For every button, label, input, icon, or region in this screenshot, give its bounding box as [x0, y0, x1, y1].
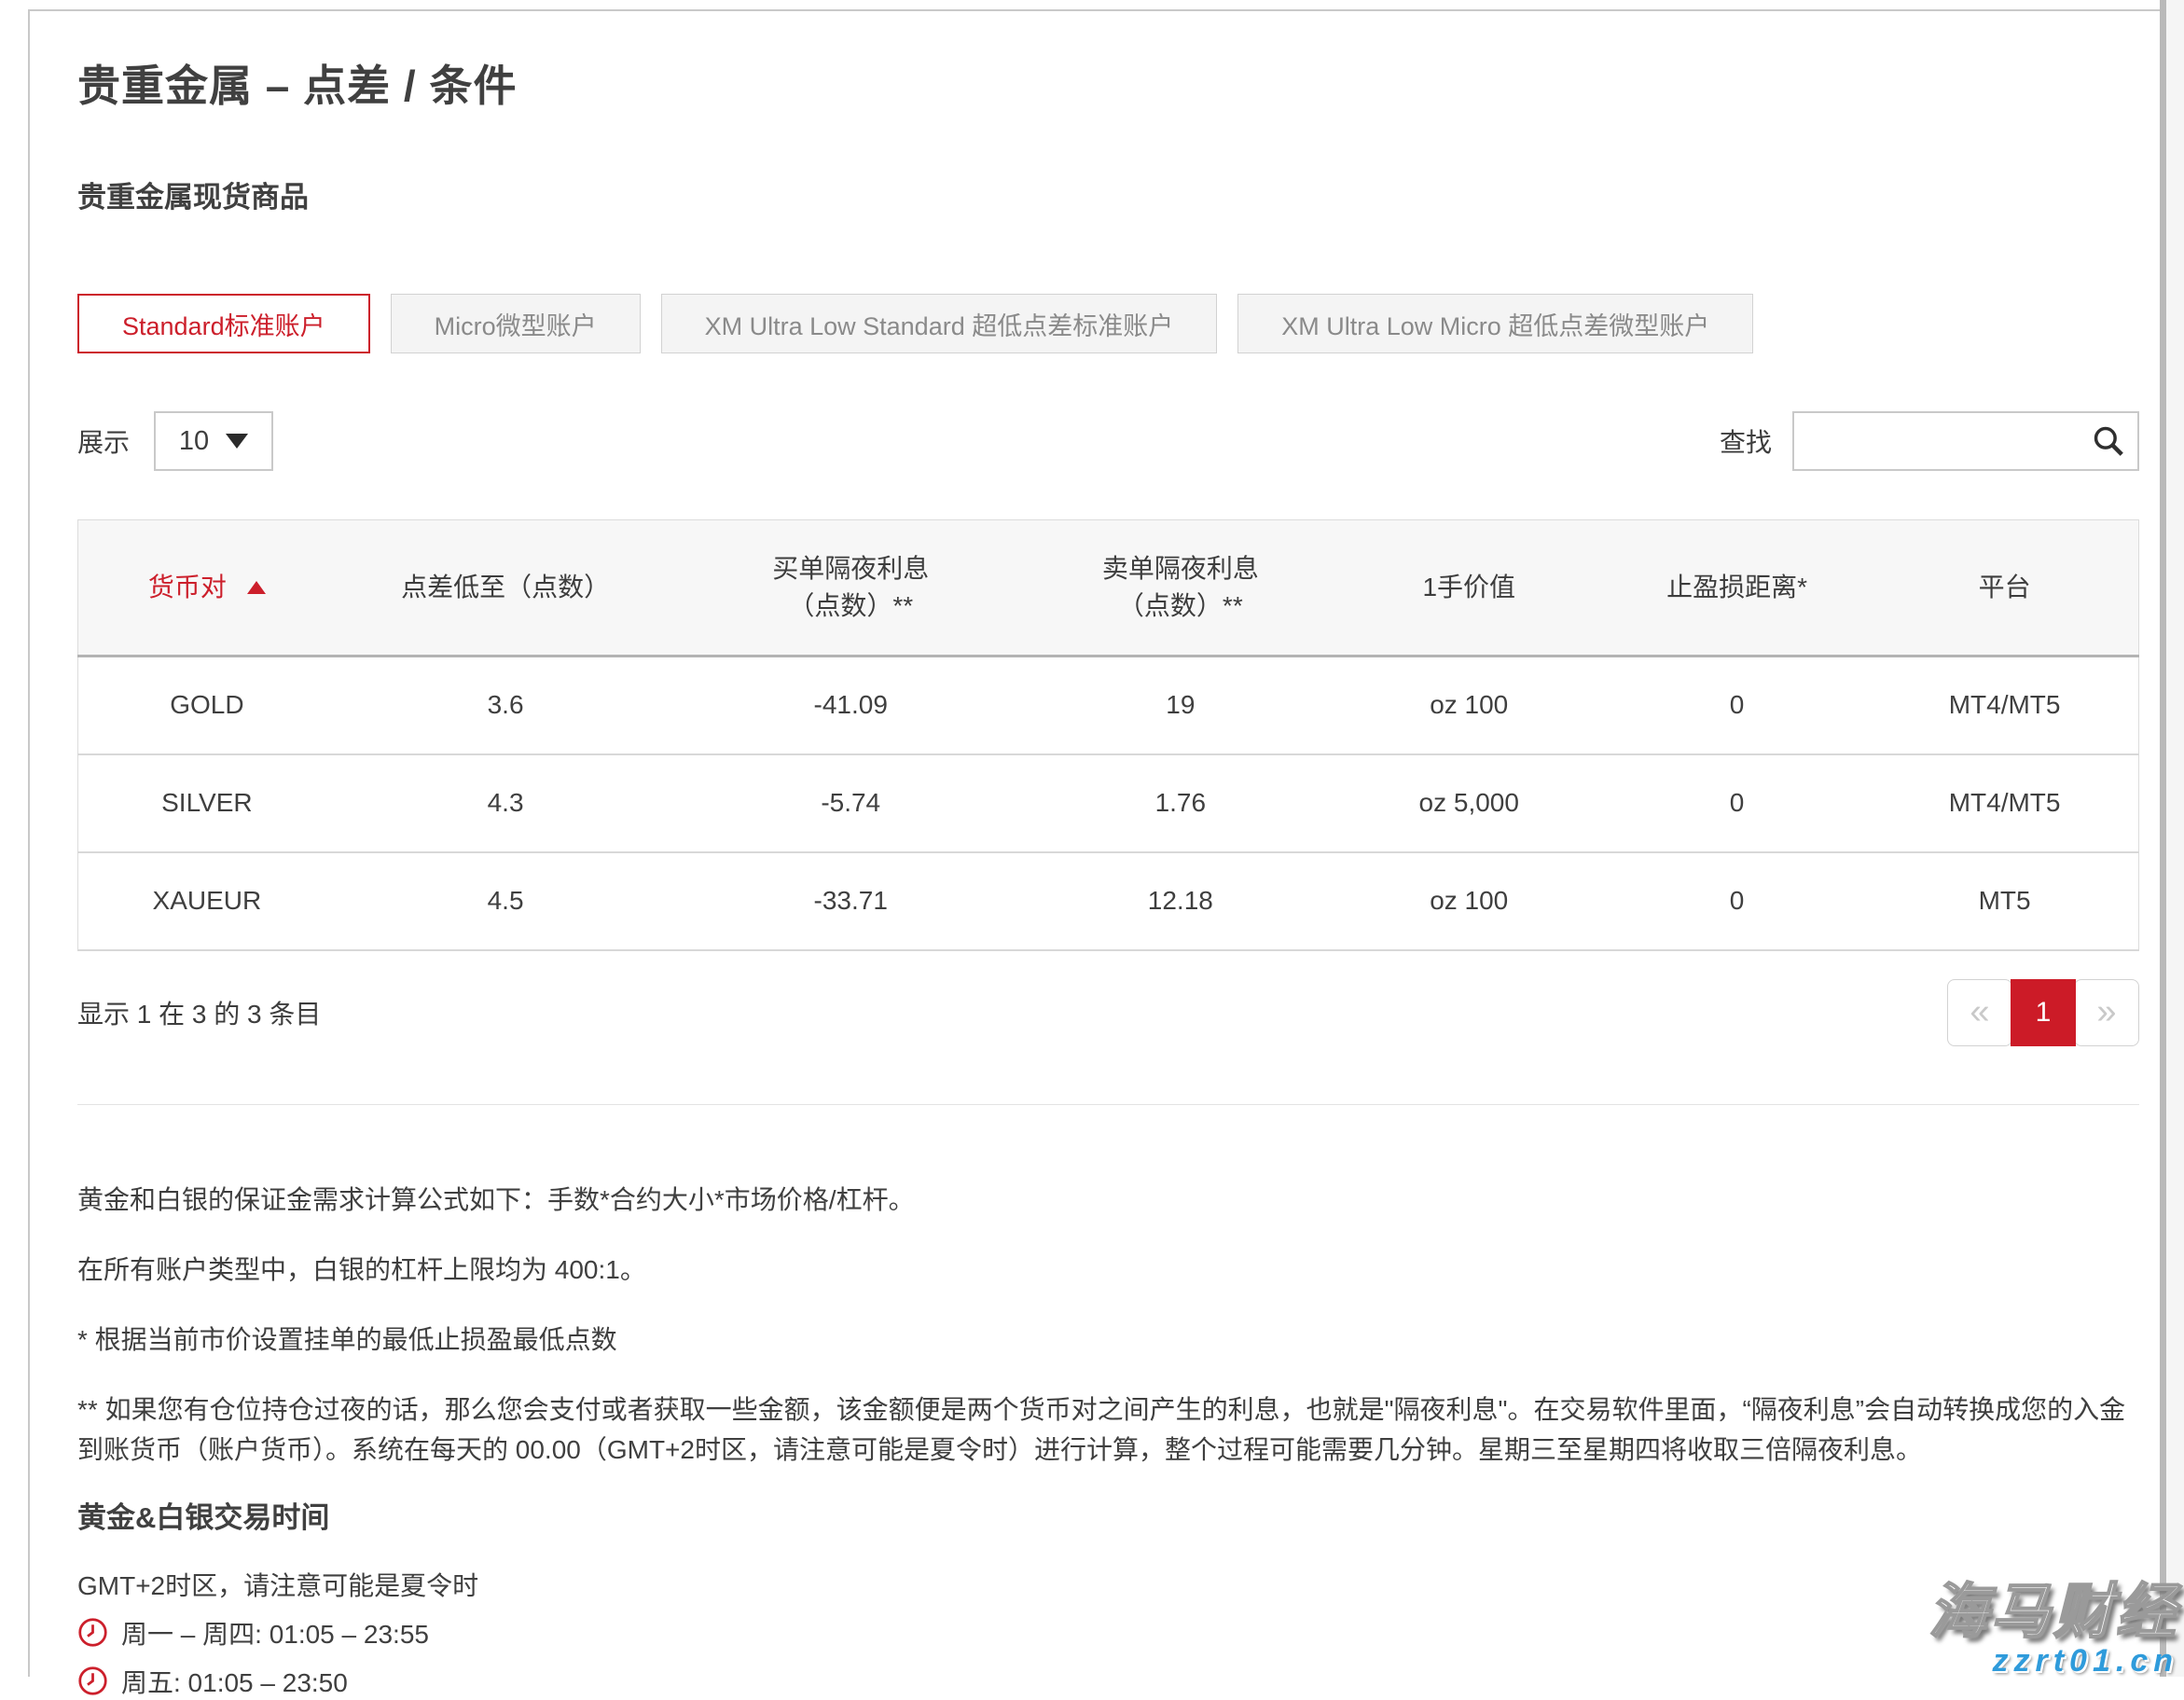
search-icon	[2091, 423, 2126, 459]
page-subtitle: 贵重金属现货商品	[77, 173, 2139, 215]
tab-micro-account[interactable]: Micro微型账户	[391, 294, 641, 353]
cell-platform: MT4/MT5	[1871, 754, 2138, 852]
table-footer: 显示 1 在 3 的 3 条目 « 1 »	[77, 979, 2139, 1046]
show-label: 展示	[77, 422, 130, 460]
timezone-note: GMT+2时区，请注意可能是夏令时	[77, 1566, 2139, 1603]
sort-asc-icon	[247, 581, 266, 594]
search-label: 查找	[1720, 422, 1772, 460]
scrollbar-track[interactable]	[2160, 0, 2184, 1677]
watermark-site: zzrt01.cn	[1928, 1645, 2178, 1677]
account-type-tabs: Standard标准账户 Micro微型账户 XM Ultra Low Stan…	[77, 294, 2139, 353]
search-area: 查找	[1720, 411, 2139, 471]
cell-lot-value: oz 100	[1335, 657, 1603, 754]
column-header-pair[interactable]: 货币对	[78, 520, 336, 657]
cell-spread: 4.3	[336, 754, 676, 852]
table-controls: 展示 10 查找	[77, 411, 2139, 471]
clock-icon	[77, 1617, 108, 1648]
column-header-swap-long[interactable]: 买单隔夜利息 （点数）**	[675, 520, 1026, 657]
column-header-swap-short[interactable]: 卖单隔夜利息 （点数）**	[1026, 520, 1335, 657]
margin-formula-note: 黄金和白银的保证金需求计算公式如下：手数*合约大小*市场价格/杠杆。	[77, 1180, 2139, 1220]
stop-level-footnote: * 根据当前市价设置挂单的最低止损盈最低点数	[77, 1320, 2139, 1360]
cell-stop-level: 0	[1603, 754, 1871, 852]
pagination-prev-button[interactable]: «	[1947, 979, 2012, 1046]
section-divider	[77, 1104, 2139, 1105]
table-row: GOLD 3.6 -41.09 19 oz 100 0 MT4/MT5	[78, 657, 2139, 754]
cell-swap-short: 12.18	[1026, 852, 1335, 950]
trading-hours-friday: 周五: 01:05 – 23:50	[77, 1663, 2139, 1700]
cell-stop-level: 0	[1603, 852, 1871, 950]
search-box	[1792, 411, 2139, 471]
pagination-next-button[interactable]: »	[2074, 979, 2139, 1046]
column-header-platform[interactable]: 平台	[1871, 520, 2138, 657]
cell-lot-value: oz 5,000	[1335, 754, 1603, 852]
table-row: SILVER 4.3 -5.74 1.76 oz 5,000 0 MT4/MT5	[78, 754, 2139, 852]
cell-swap-long: -5.74	[675, 754, 1026, 852]
cell-pair: GOLD	[78, 657, 336, 754]
tab-standard-account[interactable]: Standard标准账户	[77, 294, 370, 353]
page-size-value: 10	[179, 426, 209, 457]
column-header-spread[interactable]: 点差低至（点数）	[336, 520, 676, 657]
column-header-lot-value[interactable]: 1手价值	[1335, 520, 1603, 657]
cell-swap-long: -33.71	[675, 852, 1026, 950]
tab-ultra-low-micro-account[interactable]: XM Ultra Low Micro 超低点差微型账户	[1237, 294, 1753, 353]
cell-stop-level: 0	[1603, 657, 1871, 754]
table-header-row: 货币对 点差低至（点数） 买单隔夜利息 （点数）** 卖单隔夜利息 （点数）**…	[78, 520, 2139, 657]
cell-platform: MT5	[1871, 852, 2138, 950]
cell-spread: 4.5	[336, 852, 676, 950]
clock-icon	[77, 1665, 108, 1696]
page-size-select[interactable]: 10	[154, 411, 273, 471]
content-frame: 贵重金属 – 点差 / 条件 贵重金属现货商品 Standard标准账户 Mic…	[28, 9, 2160, 1677]
cell-swap-long: -41.09	[675, 657, 1026, 754]
column-header-stop-level[interactable]: 止盈损距离*	[1603, 520, 1871, 657]
chevron-down-icon	[226, 434, 248, 449]
scrollbar-thumb[interactable]	[2160, 0, 2166, 1677]
notes-section: 黄金和白银的保证金需求计算公式如下：手数*合约大小*市场价格/杠杆。 在所有账户…	[77, 1180, 2139, 1470]
pagination-page-1-button[interactable]: 1	[2011, 979, 2076, 1046]
entries-summary: 显示 1 在 3 的 3 条目	[77, 994, 321, 1031]
trading-hours-weekdays: 周一 – 周四: 01:05 – 23:55	[77, 1614, 2139, 1652]
cell-pair: SILVER	[78, 754, 336, 852]
trading-hours-heading: 黄金&白银交易时间	[77, 1494, 2139, 1536]
swap-footnote: ** 如果您有仓位持仓过夜的话，那么您会支付或者获取一些金额，该金额便是两个货币…	[77, 1389, 2139, 1470]
page-title: 贵重金属 – 点差 / 条件	[77, 52, 2139, 114]
cell-spread: 3.6	[336, 657, 676, 754]
watermark-name: 海马财经	[1928, 1582, 2178, 1641]
cell-swap-short: 19	[1026, 657, 1335, 754]
tab-ultra-low-standard-account[interactable]: XM Ultra Low Standard 超低点差标准账户	[661, 294, 1218, 353]
cell-pair: XAUEUR	[78, 852, 336, 950]
table-row: XAUEUR 4.5 -33.71 12.18 oz 100 0 MT5	[78, 852, 2139, 950]
cell-swap-short: 1.76	[1026, 754, 1335, 852]
pagination: « 1 »	[1947, 979, 2139, 1046]
pair-header-label: 货币对	[148, 569, 227, 606]
cell-platform: MT4/MT5	[1871, 657, 2138, 754]
search-input[interactable]	[1794, 413, 2137, 469]
watermark: 海马财经 zzrt01.cn	[1928, 1582, 2178, 1677]
cell-lot-value: oz 100	[1335, 852, 1603, 950]
leverage-note: 在所有账户类型中，白银的杠杆上限均为 400:1。	[77, 1250, 2139, 1290]
spreads-table: 货币对 点差低至（点数） 买单隔夜利息 （点数）** 卖单隔夜利息 （点数）**…	[77, 519, 2139, 951]
